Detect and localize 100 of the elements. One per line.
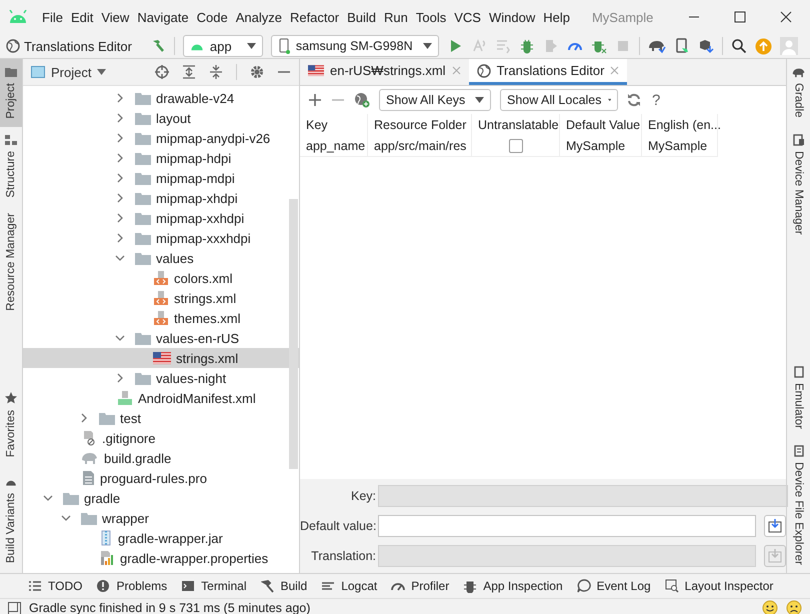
maximize-icon[interactable] <box>734 11 746 23</box>
tool-window-tab[interactable]: Device Manager <box>787 126 810 242</box>
tree-item[interactable]: drawable-v24 <box>23 88 299 108</box>
folder-icon <box>135 152 151 164</box>
menu-item[interactable]: File <box>38 10 67 24</box>
menu-item[interactable]: Code <box>192 10 232 24</box>
tool-window-tab[interactable]: Gradle <box>787 59 810 126</box>
tool-window-button[interactable]: TODO <box>28 579 82 593</box>
input-field[interactable] <box>378 515 756 537</box>
tree-item[interactable]: mipmap-anydpi-v26 <box>23 128 299 148</box>
keys-filter-dropdown[interactable]: Show All Keys <box>379 89 491 111</box>
menu-item[interactable]: Navigate <box>133 10 193 24</box>
tree-item[interactable]: layout <box>23 108 299 128</box>
close-icon[interactable] <box>780 11 792 23</box>
device-manager-icon[interactable] <box>674 38 690 54</box>
panel-toggle-icon[interactable] <box>8 602 21 614</box>
menu-item[interactable]: Build <box>343 10 380 24</box>
caret-icon <box>422 43 432 49</box>
tree-item[interactable]: strings.xml <box>23 348 299 368</box>
tool-window-tab[interactable]: Structure <box>0 126 22 206</box>
tree-item[interactable]: values <box>23 248 299 268</box>
editor-tab[interactable]: Translations Editor <box>468 59 628 85</box>
tool-window-tab[interactable]: Favorites <box>0 382 22 467</box>
xml-file-icon <box>153 310 169 326</box>
tree-item[interactable]: values-night <box>23 368 299 388</box>
tool-window-tab[interactable]: Resource Manager <box>0 205 22 320</box>
archive-file-icon <box>99 530 113 546</box>
menu-item[interactable]: VCS <box>450 10 485 24</box>
refresh-icon[interactable] <box>627 93 641 107</box>
help-button[interactable]: ? <box>650 92 662 108</box>
menu-item[interactable]: Window <box>484 10 540 24</box>
debug-icon[interactable] <box>518 38 535 54</box>
tree-item[interactable]: gradle-wrapper.jar <box>23 528 299 548</box>
module-dropdown[interactable]: app <box>182 35 263 57</box>
tool-window-tab[interactable]: Emulator <box>787 358 810 438</box>
tool-window-tab[interactable]: Project <box>0 59 22 127</box>
window-title: MySample <box>592 10 654 24</box>
tree-item[interactable]: build.gradle <box>23 448 299 468</box>
tool-window-tab[interactable]: Device File Explorer <box>787 437 810 573</box>
tool-window-button[interactable]: Event Log <box>576 579 651 593</box>
settings-icon[interactable] <box>250 65 264 79</box>
locate-icon[interactable] <box>155 65 169 79</box>
menu-item[interactable]: Run <box>380 10 412 24</box>
breadcrumb[interactable]: Translations Editor <box>24 38 132 54</box>
project-view-dropdown[interactable]: Project <box>31 64 106 80</box>
tree-item[interactable]: gradle <box>23 488 299 508</box>
tree-item[interactable]: themes.xml <box>23 308 299 328</box>
frown-icon[interactable] <box>786 600 802 614</box>
tool-window-tab[interactable]: Build Variants <box>0 466 22 573</box>
menu-item[interactable]: Edit <box>66 10 98 24</box>
column-header[interactable]: Key <box>300 114 368 135</box>
tree-item[interactable]: values-en-rUS <box>23 328 299 348</box>
tree-item[interactable]: strings.xml <box>23 288 299 308</box>
tree-item[interactable]: mipmap-mdpi <box>23 168 299 188</box>
tree-item[interactable]: mipmap-hdpi <box>23 148 299 168</box>
tree-item[interactable]: AndroidManifest.xml <box>23 388 299 408</box>
menu-item[interactable]: View <box>97 10 134 24</box>
tree-item[interactable]: mipmap-xhdpi <box>23 188 299 208</box>
tool-window-button[interactable]: Profiler <box>391 579 450 593</box>
tool-window-button[interactable]: App Inspection <box>463 579 563 593</box>
column-header[interactable]: English (en... <box>642 114 718 135</box>
tool-window-button[interactable]: Logcat <box>321 579 378 593</box>
tool-window-button[interactable]: Build <box>260 579 308 593</box>
chevron-down-icon[interactable] <box>115 253 125 263</box>
tree-item[interactable]: mipmap-xxxhdpi <box>23 228 299 248</box>
tree-item[interactable]: proguard-rules.pro <box>23 468 299 488</box>
tool-window-button[interactable]: Problems <box>96 579 168 593</box>
tool-window-button[interactable]: Terminal <box>181 579 246 593</box>
tree-item[interactable]: colors.xml <box>23 268 299 288</box>
expand-all-icon[interactable] <box>182 65 196 79</box>
menu-item[interactable]: Tools <box>412 10 450 24</box>
tree-item[interactable]: wrapper <box>23 508 299 528</box>
device-dropdown[interactable]: samsung SM-G998N <box>270 35 439 57</box>
search-icon[interactable] <box>730 38 747 54</box>
add-locale-icon[interactable] <box>354 92 370 108</box>
chevron-right-icon[interactable] <box>79 413 89 423</box>
add-icon[interactable] <box>308 93 322 107</box>
scrollbar[interactable] <box>289 199 298 469</box>
tree-item[interactable]: .gitignore <box>23 428 299 448</box>
menu-item[interactable]: Help <box>539 10 574 24</box>
chevron-right-icon[interactable] <box>115 373 125 383</box>
locales-filter-dropdown[interactable]: Show All Locales <box>500 89 618 111</box>
menu-item[interactable]: Analyze <box>232 10 286 24</box>
tree-item[interactable]: gradle-wrapper.properties <box>23 548 299 568</box>
checkbox[interactable] <box>508 138 522 152</box>
chevron-down-icon[interactable] <box>115 333 125 343</box>
smiley-icon[interactable] <box>762 600 778 614</box>
column-header[interactable]: Default Value <box>560 114 642 135</box>
sdk-box-icon[interactable] <box>698 38 714 54</box>
editor-tab[interactable]: en-rUS₩strings.xml <box>300 59 469 85</box>
column-header[interactable]: Resource Folder <box>368 114 472 135</box>
elephant-sync-icon[interactable] <box>648 38 666 54</box>
menu-item[interactable]: Refactor <box>286 10 344 24</box>
phone-icon <box>792 134 804 146</box>
edit-dialog-button[interactable] <box>764 515 786 537</box>
tree-item[interactable]: mipmap-xxhdpi <box>23 208 299 228</box>
collapse-all-icon[interactable] <box>209 65 223 79</box>
tree-item[interactable]: test <box>23 408 299 428</box>
tool-window-button[interactable]: Layout Inspector <box>664 579 774 593</box>
column-header[interactable]: Untranslatable <box>472 114 560 135</box>
